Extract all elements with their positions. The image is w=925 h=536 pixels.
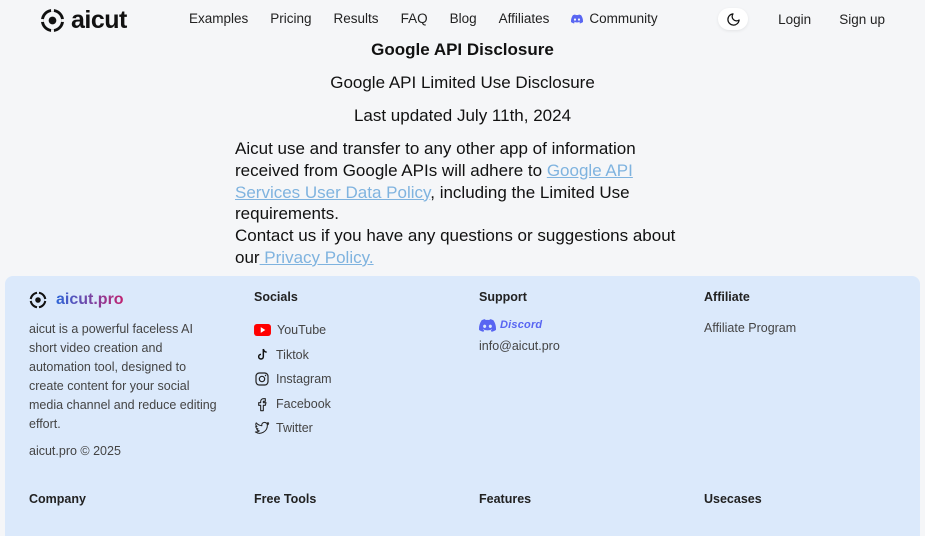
theme-toggle-button[interactable] [718, 8, 749, 30]
social-label: Twitter [276, 421, 313, 436]
nav-pricing[interactable]: Pricing [270, 11, 311, 26]
nav-results[interactable]: Results [334, 11, 379, 26]
nav-blog[interactable]: Blog [450, 11, 477, 26]
footer-brand-description: aicut is a powerful faceless AI short vi… [29, 322, 217, 431]
footer-brand-name: aicut.pro [56, 291, 124, 308]
facebook-icon [258, 397, 267, 411]
social-label: Instagram [276, 372, 332, 387]
header-actions: Login Sign up [718, 8, 885, 30]
affiliate-program-link[interactable]: Affiliate Program [704, 321, 796, 335]
footer-support: Support Discord info@aicut.pro [479, 288, 560, 353]
moon-icon [726, 12, 740, 26]
company-heading: Company [29, 492, 86, 506]
socials-heading: Socials [254, 290, 298, 304]
footer-brand: aicut.pro aicut is a powerful faceless A… [29, 288, 219, 458]
youtube-icon [254, 324, 271, 337]
discord-icon [479, 318, 496, 332]
privacy-policy-link[interactable]: Privacy Policy. [260, 248, 373, 267]
twitter-icon [254, 422, 270, 434]
free-tools-heading: Free Tools [254, 492, 317, 506]
usecases-heading: Usecases [704, 492, 762, 506]
page-title: Google API Disclosure [371, 40, 554, 59]
social-label: Facebook [276, 396, 331, 411]
disclosure-content: Google API Disclosure Google API Limited… [0, 38, 925, 269]
social-label: Tiktok [276, 347, 309, 362]
nav-community-label: Community [589, 11, 658, 26]
site-footer: aicut.pro aicut is a powerful faceless A… [5, 276, 920, 536]
nav-examples[interactable]: Examples [189, 11, 248, 26]
last-updated: Last updated July 11th, 2024 [353, 106, 572, 125]
social-label: YouTube [277, 323, 327, 338]
discord-link[interactable]: Discord [479, 317, 560, 333]
nav-faq[interactable]: FAQ [401, 11, 428, 26]
logo[interactable]: aicut [40, 6, 127, 35]
nav-affiliates[interactable]: Affiliates [499, 11, 550, 26]
tiktok-icon [257, 348, 267, 360]
logo-icon [40, 8, 65, 33]
support-heading: Support [479, 290, 527, 304]
discord-wordmark: Discord [500, 319, 543, 331]
support-email-link[interactable]: info@aicut.pro [479, 339, 560, 353]
logo-text: aicut [71, 6, 127, 34]
instagram-icon [255, 372, 269, 386]
disclosure-body: Aicut use and transfer to any other app … [235, 138, 695, 269]
social-tiktok-link[interactable]: Tiktok [254, 343, 332, 368]
footer-logo[interactable]: aicut.pro [29, 291, 219, 309]
nav-community[interactable]: Community [571, 11, 658, 26]
social-instagram-link[interactable]: Instagram [254, 367, 332, 392]
social-youtube-link[interactable]: YouTube [254, 318, 332, 343]
login-link[interactable]: Login [778, 12, 811, 27]
signup-link[interactable]: Sign up [839, 12, 885, 27]
main-nav: Examples Pricing Results FAQ Blog Affili… [189, 11, 680, 26]
discord-icon [571, 14, 584, 23]
copyright: aicut.pro © 2025 [29, 444, 121, 458]
social-facebook-link[interactable]: Facebook [254, 392, 332, 417]
page-subtitle: Google API Limited Use Disclosure [330, 73, 595, 92]
affiliate-heading: Affiliate [704, 290, 750, 304]
site-header: aicut Examples Pricing Results FAQ Blog … [0, 0, 925, 38]
social-twitter-link[interactable]: Twitter [254, 416, 332, 441]
footer-socials: Socials YouTube Tiktok Instagram Faceboo… [254, 288, 332, 441]
footer-affiliate: Affiliate Affiliate Program [704, 288, 796, 335]
logo-icon [29, 291, 47, 309]
features-heading: Features [479, 492, 532, 506]
